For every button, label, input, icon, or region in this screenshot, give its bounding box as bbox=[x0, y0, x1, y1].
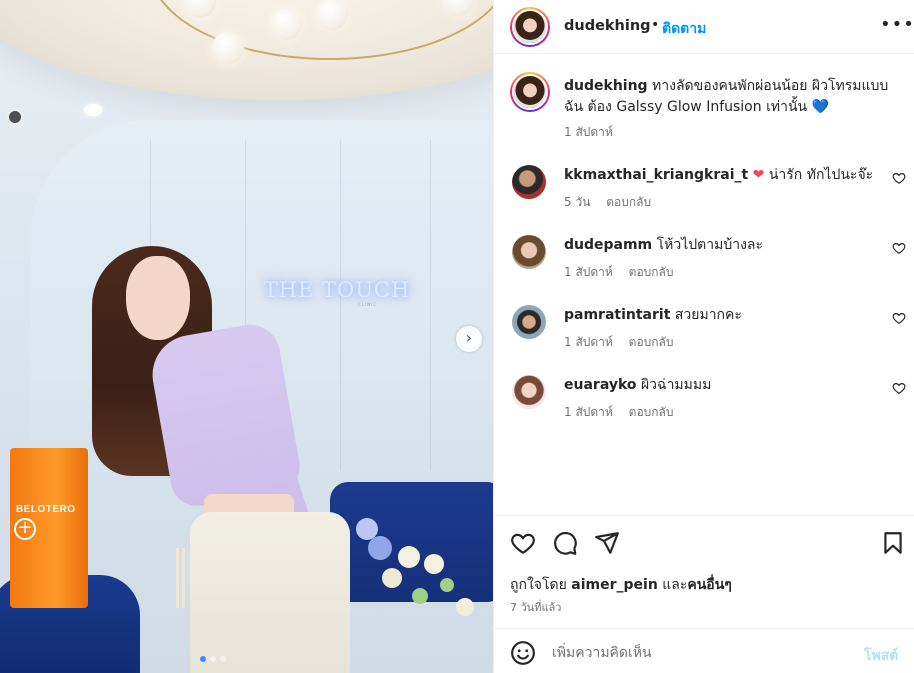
comment-like-icon[interactable] bbox=[892, 311, 906, 325]
commenter-avatar[interactable] bbox=[512, 305, 546, 339]
header-username[interactable]: dudekhing bbox=[564, 18, 651, 34]
carousel-dots bbox=[200, 656, 226, 662]
likes-others[interactable]: คนอื่นๆ bbox=[687, 577, 731, 593]
comment-body: สวยมากคะ bbox=[674, 307, 742, 323]
next-photo-button[interactable]: › bbox=[456, 326, 482, 352]
comment-like-icon[interactable] bbox=[892, 241, 906, 255]
comment-meta: 5 วัน ตอบกลับ bbox=[564, 193, 651, 212]
comment-icon[interactable] bbox=[552, 530, 578, 556]
person-pants bbox=[190, 512, 350, 673]
likes-user[interactable]: aimer_pein bbox=[571, 577, 658, 593]
header-avatar[interactable] bbox=[510, 7, 550, 47]
more-options-icon[interactable]: ••• bbox=[880, 14, 914, 35]
comment-username[interactable]: pamratintarit bbox=[564, 307, 670, 323]
reply-button[interactable]: ตอบกลับ bbox=[606, 195, 651, 209]
downlight bbox=[84, 104, 102, 116]
flower bbox=[456, 598, 474, 616]
post-photo[interactable]: THE TOUCH CLINIC BELOTERO + › bbox=[0, 0, 493, 673]
add-comment-bar: โพสต์ bbox=[494, 628, 914, 673]
comment-text: euarayko ผิวฉ่ามมมม bbox=[564, 375, 884, 395]
share-icon[interactable] bbox=[594, 530, 620, 556]
carousel-dot bbox=[200, 656, 206, 662]
flower bbox=[382, 568, 402, 588]
diffuser-stick bbox=[176, 548, 179, 608]
comment-meta: 1 สัปดาห์ ตอบกลับ bbox=[564, 403, 674, 422]
comment-item: dudepamm โห้วไปตามบ้างละ 1 สัปดาห์ ตอบกล… bbox=[494, 235, 914, 301]
comment-time: 1 สัปดาห์ bbox=[564, 265, 613, 279]
person-face bbox=[126, 256, 190, 340]
comment-username[interactable]: kkmaxthai_kriangkrai_t bbox=[564, 167, 748, 183]
comment-username[interactable]: dudepamm bbox=[564, 237, 652, 253]
chandelier-bulb bbox=[270, 8, 302, 40]
comment-username[interactable]: euarayko bbox=[564, 377, 637, 393]
post-header: dudekhing • ติดตาม ••• bbox=[494, 0, 914, 54]
post-actions: ถูกใจโดย aimer_pein และคนอื่นๆ 7 วันที่แ… bbox=[494, 515, 914, 635]
flower bbox=[424, 554, 444, 574]
wall-panel-line bbox=[340, 140, 341, 470]
carousel-dot bbox=[220, 656, 226, 662]
leaf bbox=[440, 578, 454, 592]
comment-meta: 1 สัปดาห์ ตอบกลับ bbox=[564, 263, 674, 282]
comment-meta: 1 สัปดาห์ ตอบกลับ bbox=[564, 333, 674, 352]
commenter-avatar[interactable] bbox=[512, 165, 546, 199]
likes-prefix: ถูกใจโดย bbox=[510, 577, 567, 593]
post-sidebar: dudekhing • ติดตาม ••• dudekhing ทางลัดข… bbox=[493, 0, 914, 673]
header-separator: • bbox=[651, 17, 660, 33]
chandelier-bulb bbox=[212, 32, 244, 64]
reply-button[interactable]: ตอบกลับ bbox=[629, 405, 674, 419]
flower bbox=[398, 546, 420, 568]
comment-text: dudepamm โห้วไปตามบ้างละ bbox=[564, 235, 884, 255]
caption-avatar[interactable] bbox=[510, 72, 550, 112]
flower-vase bbox=[352, 518, 492, 658]
comment-time: 1 สัปดาห์ bbox=[564, 405, 613, 419]
heart-icon[interactable] bbox=[510, 530, 536, 556]
comment-body: น่ารัก ทักไปนะจ๊ะ bbox=[768, 167, 874, 183]
security-camera bbox=[6, 108, 24, 126]
comment-item: kkmaxthai_kriangkrai_t ❤ น่ารัก ทักไปนะจ… bbox=[494, 165, 914, 231]
clinic-logo-subtext: CLINIC bbox=[358, 302, 378, 307]
comment-text: kkmaxthai_kriangkrai_t ❤ น่ารัก ทักไปนะจ… bbox=[564, 165, 884, 185]
follow-button[interactable]: ติดตาม bbox=[662, 18, 706, 40]
diffuser-stick bbox=[182, 548, 185, 608]
comment-time: 5 วัน bbox=[564, 195, 591, 209]
comment-body: ผิวฉ่ามมมม bbox=[640, 377, 712, 393]
post-comment-button[interactable]: โพสต์ bbox=[864, 645, 898, 667]
red-heart-emoji: ❤ bbox=[752, 167, 765, 183]
comment-like-icon[interactable] bbox=[892, 171, 906, 185]
bookmark-icon[interactable] bbox=[880, 530, 906, 556]
comment-time: 1 สัปดาห์ bbox=[564, 335, 613, 349]
post-time: 7 วันที่แล้ว bbox=[510, 601, 562, 614]
comment-item: pamratintarit สวยมากคะ 1 สัปดาห์ ตอบกลับ bbox=[494, 305, 914, 371]
leaf bbox=[412, 588, 428, 604]
likes-summary: ถูกใจโดย aimer_pein และคนอื่นๆ bbox=[510, 574, 732, 596]
emoji-icon[interactable] bbox=[510, 640, 536, 666]
caption-username[interactable]: dudekhing bbox=[564, 78, 648, 94]
commenter-avatar[interactable] bbox=[512, 235, 546, 269]
product-box-label: BELOTERO bbox=[16, 504, 76, 515]
likes-conj: และ bbox=[662, 577, 688, 593]
reply-button[interactable]: ตอบกลับ bbox=[629, 265, 674, 279]
post-caption: dudekhing ทางลัดของคนพักผ่อนน้อย ผิวโทรม… bbox=[564, 76, 894, 118]
comment-like-icon[interactable] bbox=[892, 381, 906, 395]
blue-heart-emoji: 💙 bbox=[811, 99, 829, 115]
reply-button[interactable]: ตอบกลับ bbox=[629, 335, 674, 349]
plus-icon: + bbox=[14, 518, 36, 540]
comment-item: euarayko ผิวฉ่ามมมม 1 สัปดาห์ ตอบกลับ bbox=[494, 375, 914, 441]
comment-input[interactable] bbox=[552, 639, 852, 667]
flower bbox=[368, 536, 392, 560]
wall-panel-line bbox=[430, 140, 431, 470]
commenter-avatar[interactable] bbox=[512, 375, 546, 409]
comment-body: โห้วไปตามบ้างละ bbox=[656, 237, 764, 253]
caption-time: 1 สัปดาห์ bbox=[564, 125, 613, 139]
carousel-dot bbox=[210, 656, 216, 662]
clinic-logo-text: THE TOUCH bbox=[263, 278, 411, 302]
comment-text: pamratintarit สวยมากคะ bbox=[564, 305, 884, 325]
